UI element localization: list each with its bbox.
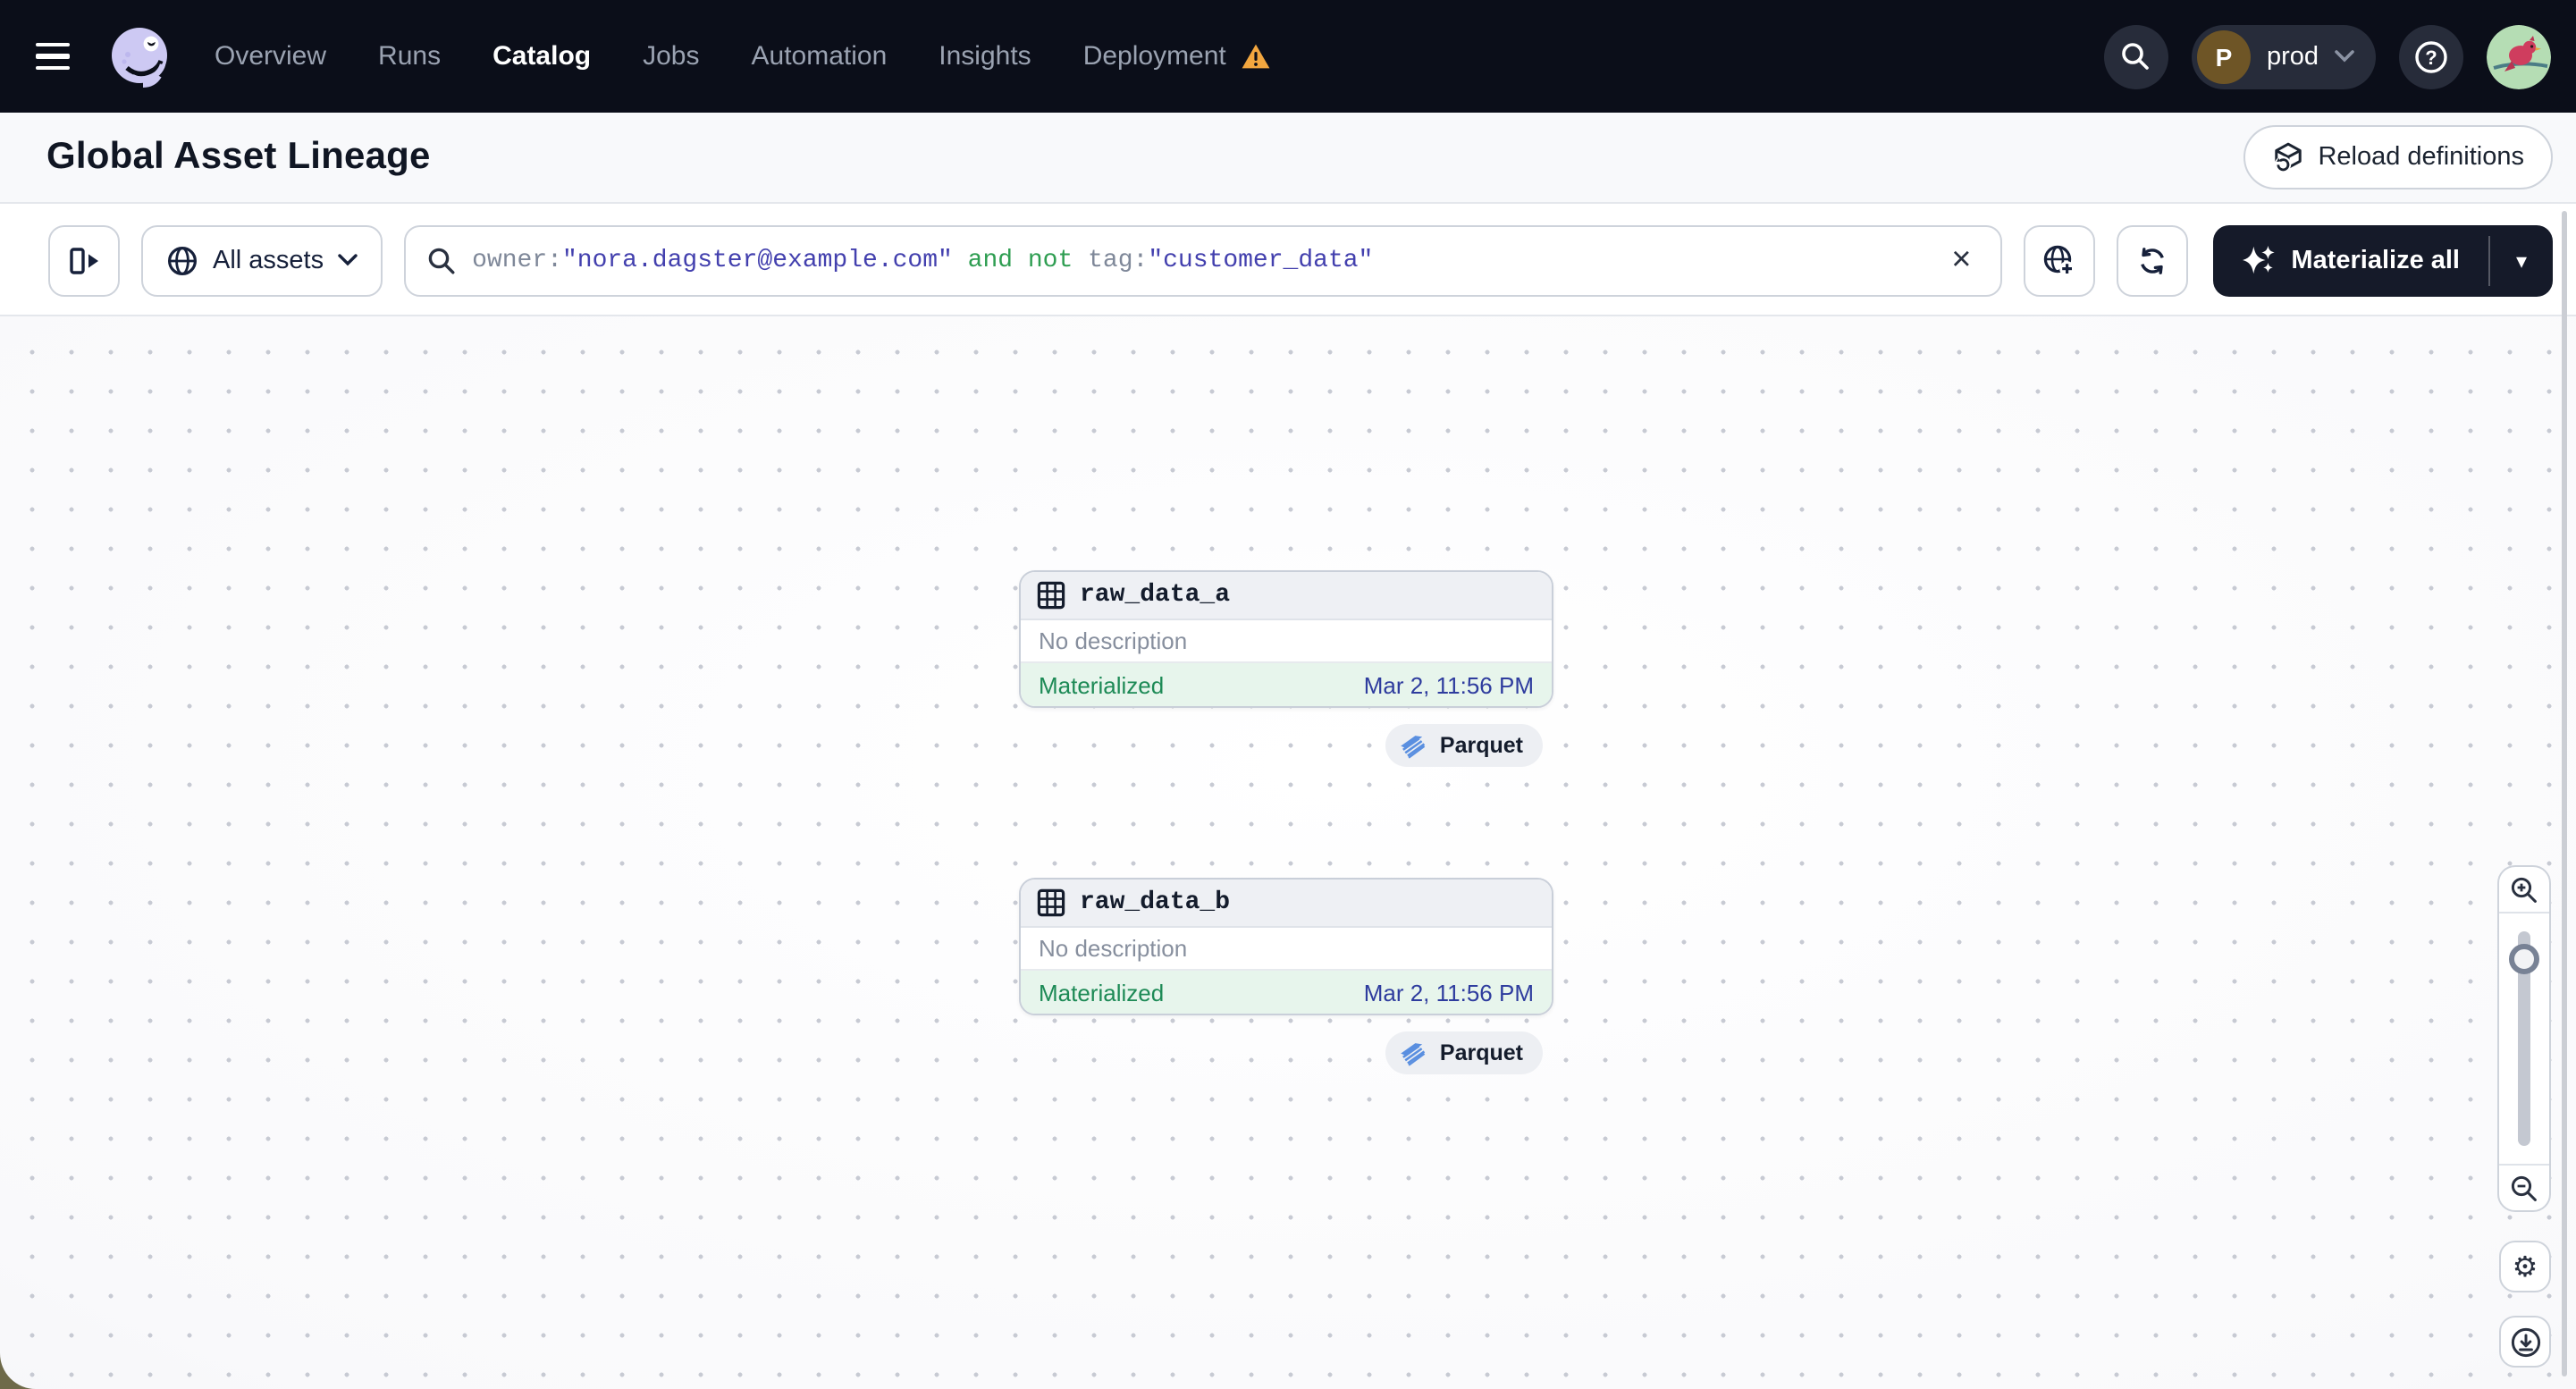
materialize-all-main[interactable]: Materialize all (2212, 224, 2488, 296)
sparkles-icon (2242, 245, 2275, 274)
parquet-icon (1402, 1042, 1427, 1065)
nav-links: Overview Runs Catalog Jobs Automation In… (215, 41, 1271, 72)
svg-text:?: ? (2425, 46, 2437, 68)
help-icon[interactable]: ? (2399, 24, 2463, 88)
nav-item-jobs[interactable]: Jobs (643, 41, 699, 72)
globe-icon (168, 246, 197, 274)
materialize-all-button: Materialize all ▾ (2212, 224, 2553, 296)
search-icon[interactable] (2103, 24, 2168, 88)
materialize-options-caret[interactable]: ▾ (2490, 224, 2553, 296)
download-icon (2510, 1326, 2540, 1357)
reload-definitions-icon (2271, 141, 2303, 173)
lineage-toolbar: All assets owner:"nora.dagster@example.c… (0, 206, 2576, 316)
status-badge: Materialized (1039, 979, 1165, 1006)
nav-item-catalog[interactable]: Catalog (492, 41, 591, 72)
nav-item-insights[interactable]: Insights (939, 41, 1031, 72)
nav-item-runs[interactable]: Runs (378, 41, 441, 72)
kind-tag-parquet[interactable]: Parquet (1385, 724, 1543, 767)
top-nav: Overview Runs Catalog Jobs Automation In… (0, 0, 2576, 113)
environment-avatar: P (2196, 29, 2251, 83)
kind-tag-parquet[interactable]: Parquet (1385, 1031, 1543, 1074)
lineage-canvas[interactable]: raw_data_a No description Materialized M… (0, 316, 2576, 1389)
graph-settings-button[interactable]: ⚙ (2499, 1241, 2551, 1292)
chevron-down-icon (338, 254, 358, 266)
table-icon (1037, 581, 1065, 610)
asset-status-row: Materialized Mar 2, 11:56 PM (1021, 971, 1552, 1014)
nav-right-cluster: P prod ? (2103, 24, 2551, 88)
environment-name: prod (2266, 42, 2319, 71)
asset-name: raw_data_a (1080, 581, 1231, 610)
materialization-timestamp: Mar 2, 11:56 PM (1363, 979, 1534, 1006)
dagster-app: Overview Runs Catalog Jobs Automation In… (0, 0, 2576, 1389)
gear-icon: ⚙ (2512, 1249, 2538, 1283)
chevron-down-icon (2335, 50, 2354, 63)
refresh-icon (2140, 247, 2164, 274)
zoom-controls (2497, 865, 2551, 1212)
search-icon (428, 247, 455, 274)
zoom-slider-thumb[interactable] (2509, 944, 2539, 974)
scrollbar[interactable] (2562, 211, 2567, 1376)
table-icon (1037, 888, 1065, 917)
nav-item-automation[interactable]: Automation (752, 41, 888, 72)
globe-plus-icon (2044, 245, 2075, 276)
reload-definitions-button[interactable]: Reload definitions (2243, 125, 2553, 189)
panel-expand-icon (69, 247, 97, 274)
asset-description: No description (1021, 620, 1552, 663)
zoom-slider[interactable] (2499, 913, 2549, 1164)
zoom-in-button[interactable] (2499, 867, 2549, 913)
asset-scope-selector[interactable]: All assets (141, 224, 383, 296)
zoom-out-icon (2511, 1174, 2537, 1200)
hamburger-menu-icon[interactable] (36, 33, 82, 80)
asset-description: No description (1021, 928, 1552, 971)
new-catalog-view-button[interactable] (2023, 224, 2095, 296)
status-badge: Materialized (1039, 671, 1165, 698)
user-avatar[interactable] (2487, 24, 2551, 88)
asset-node-raw-data-b[interactable]: raw_data_b No description Materialized M… (1019, 878, 1553, 1015)
nav-item-overview[interactable]: Overview (215, 41, 326, 72)
clear-search-icon[interactable]: × (1944, 240, 1978, 281)
page-header: Global Asset Lineage Reload definitions (0, 113, 2576, 204)
dagster-logo-icon[interactable] (104, 21, 175, 92)
nav-item-deployment[interactable]: Deployment (1083, 41, 1271, 72)
environment-switcher[interactable]: P prod (2191, 24, 2376, 88)
asset-node-raw-data-a[interactable]: raw_data_a No description Materialized M… (1019, 570, 1553, 708)
asset-status-row: Materialized Mar 2, 11:56 PM (1021, 663, 1552, 706)
warning-icon (1241, 43, 1271, 70)
materialization-timestamp: Mar 2, 11:56 PM (1363, 671, 1534, 698)
asset-name: raw_data_b (1080, 888, 1231, 917)
open-panel-button[interactable] (48, 224, 120, 296)
refresh-button[interactable] (2116, 224, 2188, 296)
parquet-icon (1402, 735, 1427, 758)
download-image-button[interactable] (2499, 1316, 2551, 1368)
page-title: Global Asset Lineage (46, 136, 431, 177)
zoom-in-icon (2511, 876, 2537, 902)
search-query-text: owner:"nora.dagster@example.com" and not… (472, 246, 1374, 274)
asset-search-input[interactable]: owner:"nora.dagster@example.com" and not… (404, 224, 2002, 296)
zoom-out-button[interactable] (2499, 1164, 2549, 1210)
